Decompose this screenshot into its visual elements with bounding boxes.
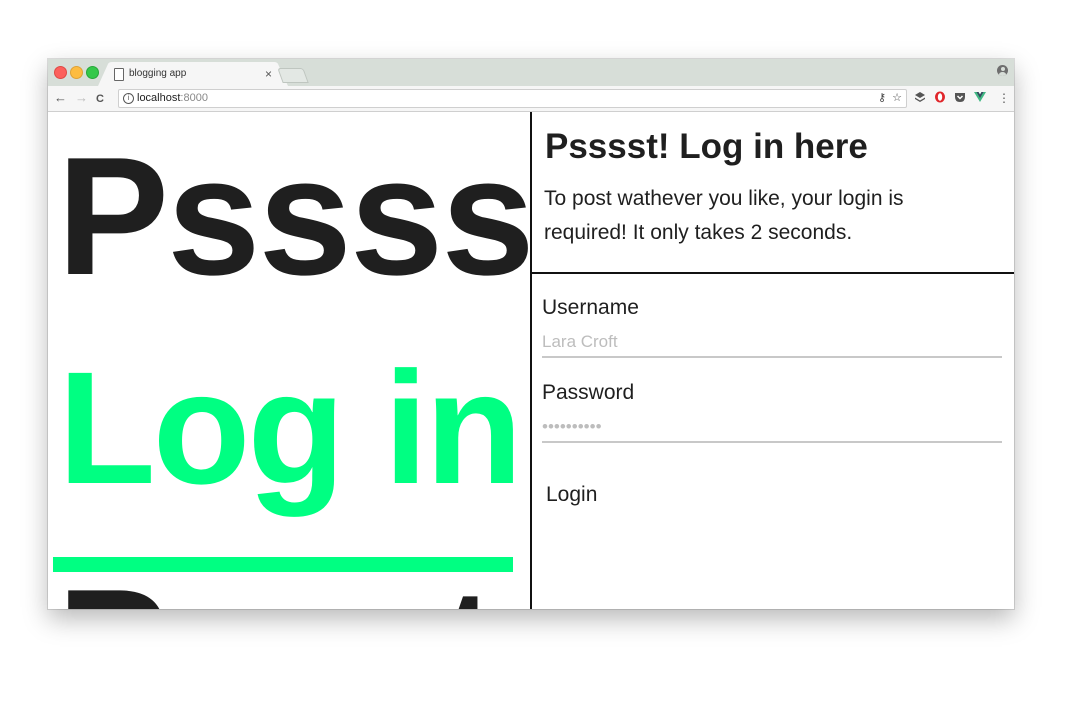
tab-title: blogging app	[129, 68, 187, 79]
menu-icon[interactable]: ⋮	[998, 90, 1010, 106]
browser-toolbar: ← → C i localhost:8000 ⚷ ☆ ⋮	[48, 86, 1014, 112]
info-icon[interactable]: i	[123, 93, 134, 104]
horizontal-divider	[532, 272, 1014, 274]
panel-description: To post wathever you like, your login is…	[544, 187, 904, 244]
close-window-button[interactable]	[54, 66, 67, 79]
browser-window: blogging app × ← → C i localhost:8000 ⚷ …	[48, 59, 1014, 609]
key-icon[interactable]: ⚷	[878, 91, 886, 105]
login-button[interactable]: Login	[546, 482, 597, 508]
hero-heading-repeat: Pssst	[57, 564, 497, 609]
login-panel: Psssst! Log in here To post wathever you…	[532, 112, 1014, 609]
password-label: Password	[542, 381, 635, 404]
url-text[interactable]: localhost:8000	[137, 92, 208, 104]
url-port: :8000	[180, 92, 208, 104]
username-label: Username	[542, 296, 639, 319]
profile-icon[interactable]	[997, 65, 1008, 76]
hero-heading: Psssst	[57, 122, 531, 310]
minimize-window-button[interactable]	[70, 66, 83, 79]
reload-icon[interactable]: C	[96, 91, 104, 107]
url-host: localhost	[137, 92, 181, 104]
tab-close-icon[interactable]: ×	[265, 66, 272, 82]
star-icon[interactable]: ☆	[892, 91, 902, 105]
username-input[interactable]	[542, 328, 1002, 358]
page-content: Psssst Log in Pssst Psssst! Log in here …	[48, 112, 1014, 609]
pocket-extension-icon[interactable]	[954, 91, 966, 103]
tab-blogging-app[interactable]: blogging app ×	[104, 63, 278, 86]
page-icon	[114, 68, 124, 81]
new-tab-button[interactable]	[277, 68, 309, 83]
layers-extension-icon[interactable]	[914, 91, 926, 103]
panel-title: Psssst! Log in here	[545, 127, 868, 166]
hero-login-link[interactable]: Log in	[58, 348, 523, 508]
forward-icon[interactable]: →	[75, 90, 88, 106]
back-icon[interactable]: ←	[54, 90, 67, 106]
vue-extension-icon[interactable]	[974, 91, 986, 103]
tab-strip: blogging app ×	[48, 59, 1014, 86]
hero-pane: Psssst Log in Pssst	[48, 112, 531, 609]
address-bar[interactable]: i localhost:8000 ⚷ ☆	[118, 89, 907, 108]
opera-extension-icon[interactable]	[934, 91, 946, 103]
password-input[interactable]	[542, 413, 1002, 443]
